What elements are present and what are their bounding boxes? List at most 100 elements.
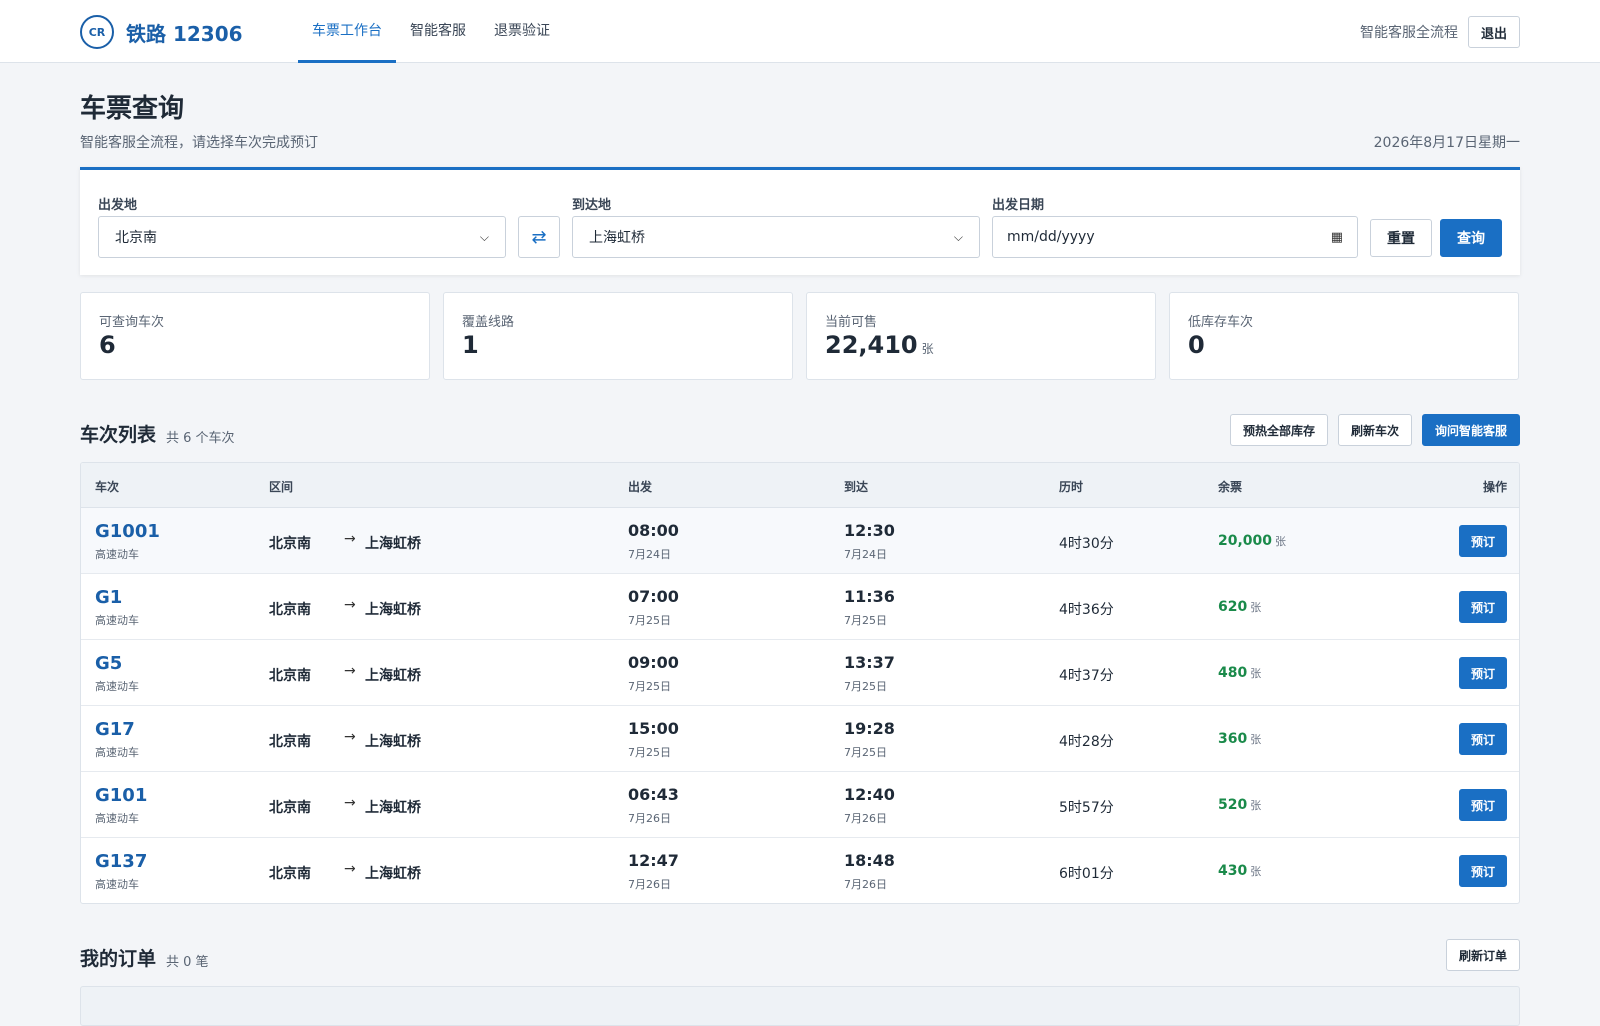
arrive-time: 18:48 [844, 851, 895, 870]
logo[interactable]: CR 铁路 12306 [80, 15, 243, 49]
table-row[interactable]: G137 高速动车 北京南 → 上海虹桥 12:47 7月26日 18:48 7月26日 6时01… [81, 838, 1519, 903]
page-date: 2026年8月17日星期一 [1373, 135, 1520, 151]
book-button[interactable]: 预订 [1459, 723, 1507, 755]
stat-value: 1 [462, 331, 479, 359]
orders-count: 共 0 笔 [166, 955, 209, 970]
col-route: 区间 [269, 480, 294, 494]
orders-table [80, 986, 1520, 1026]
train-number[interactable]: G137 [95, 851, 147, 872]
book-button[interactable]: 预订 [1459, 657, 1507, 689]
refresh-trains-button[interactable]: 刷新车次 [1337, 414, 1412, 446]
reset-button[interactable]: 重置 [1370, 219, 1432, 257]
book-button[interactable]: 预订 [1459, 525, 1507, 557]
col-duration: 历时 [1059, 480, 1084, 494]
col-remaining: 余票 [1218, 480, 1243, 494]
table-row[interactable]: G17 高速动车 北京南 → 上海虹桥 15:00 7月25日 19:28 7月25日 4时28分… [81, 706, 1519, 772]
remaining-tickets: 20,000 张 [1218, 533, 1287, 549]
stat-card-low-stock: 低库存车次 0 [1169, 292, 1519, 380]
col-action: 操作 [1482, 480, 1507, 494]
depart-date: 7月25日 [628, 614, 671, 627]
table-row[interactable]: G1 高速动车 北京南 → 上海虹桥 07:00 7月25日 11:36 7月25日 4时36分 6… [81, 574, 1519, 640]
duration: 6时01分 [1059, 866, 1114, 882]
remaining-tickets: 480 张 [1218, 665, 1262, 681]
ask-service-button[interactable]: 询问智能客服 [1421, 414, 1520, 446]
chevron-down-icon: ⌵ [479, 229, 489, 244]
logout-button[interactable]: 退出 [1467, 16, 1520, 48]
refresh-orders-button[interactable]: 刷新订单 [1445, 939, 1520, 971]
train-number[interactable]: G17 [95, 719, 135, 740]
stat-value: 6 [99, 331, 116, 359]
header-hint: 智能客服全流程 [1359, 25, 1458, 41]
book-button[interactable]: 预订 [1459, 789, 1507, 821]
ticket-unit: 张 [1250, 733, 1262, 746]
book-button[interactable]: 预订 [1459, 855, 1507, 887]
arrive-time: 13:37 [844, 653, 895, 672]
arrow-right-icon: → [344, 729, 356, 745]
arrive-date: 7月25日 [844, 680, 887, 693]
date-input-placeholder: mm/dd/yyyy [1007, 229, 1095, 245]
train-number[interactable]: G101 [95, 785, 147, 806]
depart-date: 7月24日 [628, 548, 671, 561]
arrive-time: 19:28 [844, 719, 895, 738]
arrive-time: 12:40 [844, 785, 895, 804]
calendar-icon[interactable]: ▦ [1331, 230, 1343, 245]
train-number[interactable]: G1001 [95, 521, 160, 542]
query-button[interactable]: 查询 [1440, 219, 1502, 257]
nav-refund-verify[interactable]: 退票验证 [480, 0, 564, 63]
depart-time: 15:00 [628, 719, 679, 738]
ticket-unit: 张 [1250, 667, 1262, 680]
remaining-tickets: 520 张 [1218, 797, 1262, 813]
chevron-down-icon: ⌵ [953, 229, 963, 244]
to-station: 上海虹桥 [365, 668, 421, 684]
train-number[interactable]: G1 [95, 587, 122, 608]
stat-value: 0 [1188, 331, 1205, 359]
date-input[interactable]: mm/dd/yyyy ▦ [992, 216, 1358, 258]
stat-unit: 张 [921, 342, 934, 356]
stat-card-trains: 可查询车次 6 [80, 292, 430, 380]
to-station: 上海虹桥 [365, 734, 421, 750]
page-title: 车票查询 [80, 94, 185, 124]
from-label: 出发地 [98, 198, 138, 213]
table-row[interactable]: G5 高速动车 北京南 → 上海虹桥 09:00 7月25日 13:37 7月25日 4时37分 4… [81, 640, 1519, 706]
date-label: 出发日期 [992, 198, 1045, 213]
stat-label: 可查询车次 [99, 315, 165, 330]
search-panel: 出发地 北京南 ⌵ ⇄ 到达地 上海虹桥 ⌵ 出发日期 mm/dd/yyyy ▦… [80, 167, 1520, 275]
logo-text: 铁路 12306 [126, 21, 243, 46]
train-type: 高速动车 [95, 812, 139, 825]
duration: 4时30分 [1059, 536, 1114, 552]
from-station: 北京南 [269, 800, 311, 816]
arrive-time: 11:36 [844, 587, 895, 606]
depart-date: 7月25日 [628, 680, 671, 693]
stat-card-available: 当前可售 22,410 张 [806, 292, 1156, 380]
stat-label: 当前可售 [825, 315, 878, 330]
arrow-right-icon: → [344, 597, 356, 613]
nav-smart-service[interactable]: 智能客服 [396, 0, 480, 63]
to-station: 上海虹桥 [365, 602, 421, 618]
stat-label: 覆盖线路 [462, 315, 515, 330]
remaining-tickets: 430 张 [1218, 863, 1262, 879]
duration: 4时36分 [1059, 602, 1114, 618]
depart-time: 09:00 [628, 653, 679, 672]
depart-time: 08:00 [628, 521, 679, 540]
table-row[interactable]: G101 高速动车 北京南 → 上海虹桥 06:43 7月26日 12:40 7月26日 5时57… [81, 772, 1519, 838]
arrive-time: 12:30 [844, 521, 895, 540]
depart-time: 06:43 [628, 785, 679, 804]
book-button[interactable]: 预订 [1459, 591, 1507, 623]
nav-ticket-workbench[interactable]: 车票工作台 [298, 0, 396, 63]
page-subtitle: 智能客服全流程，请选择车次完成预订 [80, 135, 318, 151]
arrow-right-icon: → [344, 663, 356, 679]
top-bar: CR 铁路 12306 车票工作台 智能客服 退票验证 智能客服全流程 退出 [0, 0, 1600, 63]
preheat-button[interactable]: 预热全部库存 [1229, 414, 1328, 446]
depart-date: 7月25日 [628, 746, 671, 759]
swap-icon: ⇄ [531, 226, 547, 248]
train-number[interactable]: G5 [95, 653, 122, 674]
remaining-tickets: 360 张 [1218, 731, 1262, 747]
to-select[interactable]: 上海虹桥 ⌵ [572, 216, 980, 258]
ticket-unit: 张 [1250, 799, 1262, 812]
header-right: 智能客服全流程 退出 [1360, 16, 1520, 48]
swap-button[interactable]: ⇄ [518, 216, 560, 258]
table-row[interactable]: G1001 高速动车 北京南 → 上海虹桥 08:00 7月24日 12:30 7月24日 4时3… [81, 508, 1519, 574]
stat-card-routes: 覆盖线路 1 [443, 292, 793, 380]
from-select[interactable]: 北京南 ⌵ [98, 216, 506, 258]
arrow-right-icon: → [344, 531, 356, 547]
